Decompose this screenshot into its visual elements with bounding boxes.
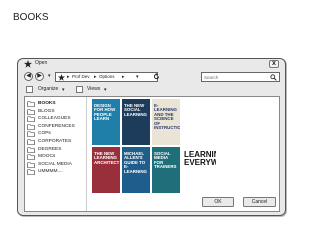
chevron-down-icon[interactable]: ▾ (136, 74, 139, 80)
organize-icon (26, 86, 33, 93)
folder-icon (27, 154, 35, 161)
navigation-bar: ◀ ▶ ▾ ▸ Prof Dev ▸ Options ▸ ▾ (24, 71, 280, 83)
folder-label: DEGREES (38, 146, 62, 152)
breadcrumb-item[interactable]: Prof Dev (72, 74, 90, 79)
close-button[interactable]: x (269, 60, 279, 68)
folder-label: COPs (38, 131, 51, 137)
search-input[interactable] (204, 74, 266, 81)
search-icon[interactable] (270, 74, 277, 81)
folder-icon (27, 116, 35, 123)
book-cover-title: LEARNING EVERYWHERE (184, 150, 216, 167)
book-cover-thumbnail[interactable]: THE NEW SOCIAL LEARNING (122, 99, 150, 145)
breadcrumb-separator-icon: ▸ (122, 74, 125, 80)
folder-icon (27, 109, 35, 115)
folder-label: SOCIAL MEDIA (38, 161, 72, 167)
dialog-title: Open (35, 60, 48, 66)
folder-icon (27, 147, 35, 153)
folder-icon (27, 124, 35, 130)
folder-label: UMMMM.... (38, 169, 63, 175)
page-title: BOOKS (13, 12, 49, 23)
file-browser: BOOKS BLOGS COLLEAGUES CONFERENCES COPs CORPO… (24, 96, 280, 212)
search-box[interactable] (201, 72, 280, 82)
breadcrumb-item[interactable]: Options (99, 74, 115, 79)
views-menu[interactable]: Views (87, 86, 100, 92)
history-dropdown[interactable]: ▾ (48, 73, 51, 79)
folder-label: BOOKS (38, 101, 56, 106)
chevron-down-icon[interactable]: ▾ (104, 87, 107, 93)
folder-icon (27, 131, 35, 138)
views-icon (76, 86, 83, 93)
star-icon (24, 60, 32, 68)
book-cover-thumbnail[interactable]: DESIGN FOR HOW PEOPLE LEARN (92, 99, 120, 145)
folder-label: CORPORATES (38, 139, 72, 144)
book-cover-title: DESIGN FOR HOW PEOPLE LEARN (94, 103, 116, 122)
forward-button[interactable]: ▶ (35, 72, 44, 81)
book-cover-thumbnail[interactable]: MICHAEL ALLEN'S GUIDE TO E-LEARNING (122, 147, 150, 193)
book-cover-title: E-LEARNING AND THE SCIENCE OF INSTRUCTIO… (154, 103, 180, 131)
book-cover-title: MICHAEL ALLEN'S GUIDE TO E-LEARNING (124, 151, 147, 174)
folder-label: COLLEAGUES (38, 116, 71, 122)
command-bar: Organize ▾ Views ▾ (24, 85, 279, 94)
star-icon (58, 74, 65, 81)
cancel-button[interactable]: Cancel (243, 197, 276, 207)
book-cover-thumbnail[interactable]: LEARNING EVERYWHERE (182, 147, 216, 193)
folder-icon (27, 101, 35, 107)
folder-list: BOOKS BLOGS COLLEAGUES CONFERENCES COPs CORPO… (25, 97, 87, 211)
address-bar[interactable]: ▸ Prof Dev ▸ Options ▸ ▾ (55, 72, 158, 82)
file-thumbnails: DESIGN FOR HOW PEOPLE LEARN THE NEW SOCIA… (90, 97, 279, 211)
folder-label: CONFERENCES (38, 123, 75, 129)
chevron-down-icon[interactable]: ▾ (62, 87, 65, 93)
book-cover-thumbnail[interactable]: E-LEARNING AND THE SCIENCE OF INSTRUCTIO… (152, 99, 180, 145)
book-cover-title: THE NEW LEARNING ARCHITECT (94, 151, 120, 165)
breadcrumb-separator-icon: ▸ (94, 74, 97, 80)
folder-label: MOOCs (38, 154, 56, 160)
folder-icon (27, 162, 35, 168)
book-cover-title: THE NEW SOCIAL LEARNING (124, 103, 147, 117)
folder-item[interactable]: UMMMM.... (27, 168, 85, 176)
book-cover-thumbnail[interactable]: THE NEW LEARNING ARCHITECT (92, 147, 120, 193)
book-cover-thumbnail[interactable]: SOCIAL MEDIA FOR TRAINERS (152, 147, 180, 193)
book-cover-title: SOCIAL MEDIA FOR TRAINERS (154, 151, 177, 170)
ok-button[interactable]: OK (202, 197, 234, 207)
breadcrumb-separator-icon: ▸ (67, 74, 70, 80)
folder-label: BLOGS (38, 108, 55, 114)
back-button[interactable]: ◀ (24, 72, 33, 81)
folder-icon (27, 169, 35, 176)
refresh-button[interactable] (152, 73, 160, 81)
open-dialog: Open x ◀ ▶ ▾ ▸ Prof Dev ▸ Options ▸ ▾ Se… (17, 58, 286, 216)
refresh-icon (153, 73, 159, 80)
organize-menu[interactable]: Organize (38, 86, 58, 92)
dialog-titlebar: Open x (18, 59, 285, 69)
folder-icon (27, 139, 35, 145)
